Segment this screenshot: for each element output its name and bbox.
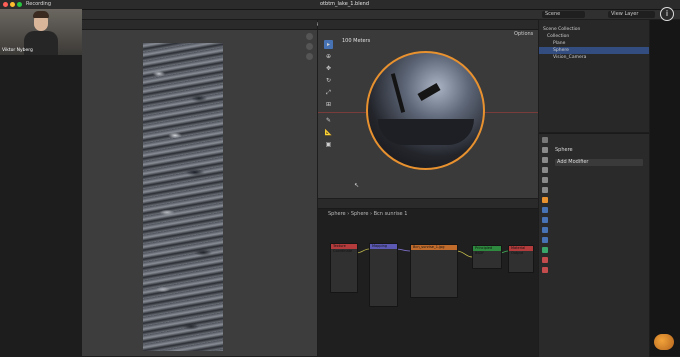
recording-label: Recording xyxy=(26,1,52,7)
data-properties-icon[interactable] xyxy=(542,247,548,253)
particles-properties-icon[interactable] xyxy=(542,217,548,223)
object-properties-icon[interactable] xyxy=(542,197,548,203)
node-title: Texture Coordinate xyxy=(331,244,357,253)
node-title: Bcn_sunrise_1.jpg xyxy=(411,245,457,250)
render-properties-icon[interactable] xyxy=(542,147,548,153)
outliner-scene-collection[interactable]: Scene Collection xyxy=(539,26,649,33)
info-label: i xyxy=(665,9,669,18)
node-editor-header: Object View Select Add Node Use Nodes Sl… xyxy=(318,199,538,216)
modifier-properties-icon[interactable] xyxy=(542,207,548,213)
mouse-cursor-icon: ↖ xyxy=(354,182,360,189)
maximize-window-button[interactable] xyxy=(17,2,22,7)
selected-sphere-object[interactable] xyxy=(366,51,485,170)
output-properties-icon[interactable] xyxy=(542,157,548,163)
channel-logo-icon xyxy=(654,334,674,350)
move-tool-icon[interactable]: ✥ xyxy=(324,64,333,73)
image-editor-header: View Select Add Object xyxy=(82,20,317,37)
viewport-canvas[interactable]: 100 Meters Options ▸ ⊕ ✥ ↻ ⤢ ⊞ ✎ 📐 ▣ ↖ xyxy=(306,30,538,198)
cursor-tool-icon[interactable]: ⊕ xyxy=(324,52,333,61)
tree-branch-reflection xyxy=(417,83,441,101)
rotate-tool-icon[interactable]: ↻ xyxy=(324,76,333,85)
tool-properties-icon[interactable] xyxy=(542,137,548,143)
scene-properties-icon[interactable] xyxy=(542,177,548,183)
node-principled-bsdf[interactable]: Principled BSDF xyxy=(472,245,502,269)
water-texture-image xyxy=(143,43,223,351)
info-icon[interactable]: i xyxy=(660,7,674,21)
node-image-texture[interactable]: Bcn_sunrise_1.jpg xyxy=(410,244,458,298)
zoom-nav-icon[interactable] xyxy=(306,33,313,40)
view-layer-properties-icon[interactable] xyxy=(542,167,548,173)
node-title: Mapping xyxy=(370,244,397,249)
viewport-header: Object Mode View Select Add Object Globa… xyxy=(318,20,538,39)
add-modifier-button[interactable]: Add Modifier xyxy=(555,159,643,166)
minimize-window-button[interactable] xyxy=(10,2,15,7)
ground-reflection xyxy=(378,119,474,145)
viewport-options-button[interactable]: Options xyxy=(514,31,533,38)
properties-object-name: Sphere xyxy=(555,147,573,153)
tree-trunk-reflection xyxy=(390,73,406,113)
world-properties-icon[interactable] xyxy=(542,187,548,193)
material-properties-icon[interactable] xyxy=(542,257,548,263)
view-layer-selector[interactable]: View Layer xyxy=(608,11,655,18)
node-texture-coordinate[interactable]: Texture Coordinate xyxy=(330,243,358,293)
window-titlebar: Recording otbtm_lake_1.blend xyxy=(0,0,680,10)
webcam-overlay: Viktor Nyberg xyxy=(0,9,82,55)
top-menubar: Window Help Layout Modeling Sculpting UV… xyxy=(82,10,538,29)
scene-selector[interactable]: Scene xyxy=(542,11,585,18)
physics-properties-icon[interactable] xyxy=(542,227,548,233)
node-mapping[interactable]: Mapping xyxy=(369,243,398,307)
pan-nav-icon[interactable] xyxy=(306,43,313,50)
node-title: Principled BSDF xyxy=(473,246,501,255)
close-window-button[interactable] xyxy=(3,2,8,7)
outliner-plane[interactable]: Plane xyxy=(539,40,649,47)
annotate-tool-icon[interactable]: ✎ xyxy=(324,116,333,125)
transform-tool-icon[interactable]: ⊞ xyxy=(324,100,333,109)
camera-view-nav-icon[interactable] xyxy=(306,53,313,60)
select-box-tool-icon[interactable]: ▸ xyxy=(324,40,333,49)
measure-tool-icon[interactable]: 📐 xyxy=(324,128,333,137)
outliner-panel: Scene Collection Collection Plane Sphere… xyxy=(539,20,649,132)
properties-panel: Sphere Add Modifier xyxy=(539,133,649,357)
outliner-vision-camera[interactable]: Vision_Camera xyxy=(539,54,649,61)
texture-properties-icon[interactable] xyxy=(542,267,548,273)
node-title: Material Output xyxy=(509,246,533,255)
presenter-name: Viktor Nyberg xyxy=(2,48,33,53)
video-right-margin xyxy=(650,20,680,356)
scene-selector-bar: Scene View Layer xyxy=(538,10,680,19)
node-material-output[interactable]: Material Output xyxy=(508,245,534,273)
presenter-hair xyxy=(33,11,49,18)
scale-tool-icon[interactable]: ⤢ xyxy=(324,88,333,97)
outliner-sphere[interactable]: Sphere xyxy=(539,47,649,54)
node-editor-canvas[interactable]: Sphere › Sphere › Bcn sunrise 1 Texture … xyxy=(318,209,538,356)
outliner-collection[interactable]: Collection xyxy=(539,33,649,40)
add-cube-tool-icon[interactable]: ▣ xyxy=(324,140,333,149)
viewport-scale-label: 100 Meters xyxy=(342,38,371,44)
constraints-properties-icon[interactable] xyxy=(542,237,548,243)
image-editor-canvas[interactable] xyxy=(82,30,317,356)
window-title: otbtm_lake_1.blend xyxy=(320,1,370,7)
